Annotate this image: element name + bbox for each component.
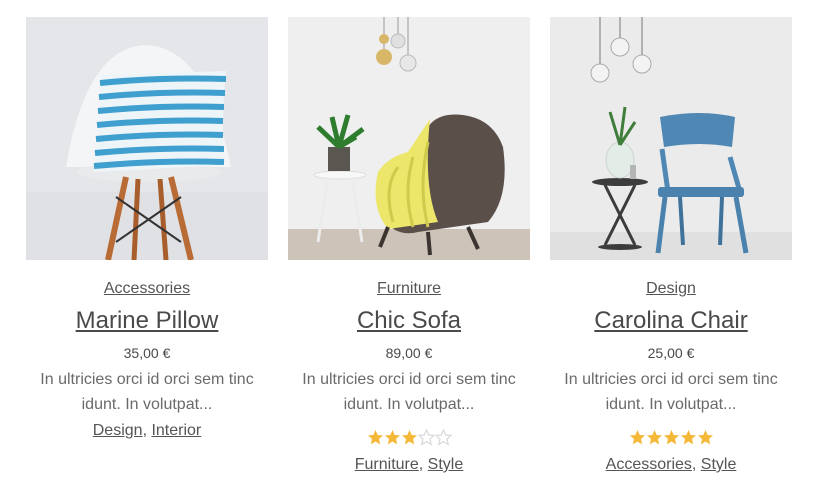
star-filled-icon (384, 430, 400, 445)
star-filled-icon (663, 430, 679, 445)
tag-separator: , (418, 456, 428, 473)
product-price: 89,00 € (385, 345, 433, 361)
star-filled-icon (646, 430, 662, 445)
tag-link[interactable]: Interior (151, 422, 201, 439)
star-filled-icon (680, 430, 696, 445)
product-image-carolina-chair[interactable] (550, 17, 792, 260)
tag-link[interactable]: Style (701, 456, 737, 473)
product-card: Design Carolina Chair 25,00 € In ultrici… (550, 17, 792, 475)
product-tags: Furniture, Style (288, 455, 530, 475)
star-filled-icon (367, 430, 383, 445)
blue-chair-image (550, 17, 792, 260)
star-filled-icon (401, 430, 417, 445)
category-link[interactable]: Accessories (104, 280, 190, 297)
product-tags: Accessories, Style (550, 455, 792, 475)
product-image-marine-pillow[interactable] (26, 17, 268, 260)
product-title[interactable]: Carolina Chair (550, 307, 792, 335)
product-tags: Design, Interior (26, 421, 268, 441)
product-excerpt: In ultricies orci id orci sem tinc idunt… (40, 371, 254, 413)
product-excerpt: In ultricies orci id orci sem tinc idunt… (564, 371, 778, 413)
star-filled-icon (697, 430, 713, 445)
product-image-chic-sofa[interactable] (288, 17, 530, 260)
product-price: 25,00 € (647, 345, 695, 361)
tag-link[interactable]: Style (428, 456, 464, 473)
star-filled-icon (629, 430, 645, 445)
product-card: Accessories Marine Pillow 35,00 € In ult… (26, 17, 268, 441)
product-price: 35,00 € (123, 345, 171, 361)
product-card: Furniture Chic Sofa 89,00 € In ultricies… (288, 17, 530, 475)
tag-link[interactable]: Accessories (606, 456, 692, 473)
category-link[interactable]: Furniture (377, 280, 441, 297)
product-title[interactable]: Marine Pillow (26, 307, 268, 335)
product-excerpt: In ultricies orci id orci sem tinc idunt… (302, 371, 516, 413)
category-link[interactable]: Design (646, 280, 696, 297)
star-empty-icon (434, 429, 452, 446)
product-category: Design (550, 279, 792, 299)
armchair-image (288, 17, 530, 260)
product-category: Furniture (288, 279, 530, 299)
tag-separator: , (691, 456, 701, 473)
product-rating (550, 429, 792, 449)
product-category: Accessories (26, 279, 268, 299)
pillow-chair-image (26, 17, 268, 260)
tag-link[interactable]: Furniture (355, 456, 419, 473)
tag-link[interactable]: Design (93, 422, 143, 439)
product-rating (288, 429, 530, 449)
product-title[interactable]: Chic Sofa (288, 307, 530, 335)
star-empty-icon (417, 429, 435, 446)
